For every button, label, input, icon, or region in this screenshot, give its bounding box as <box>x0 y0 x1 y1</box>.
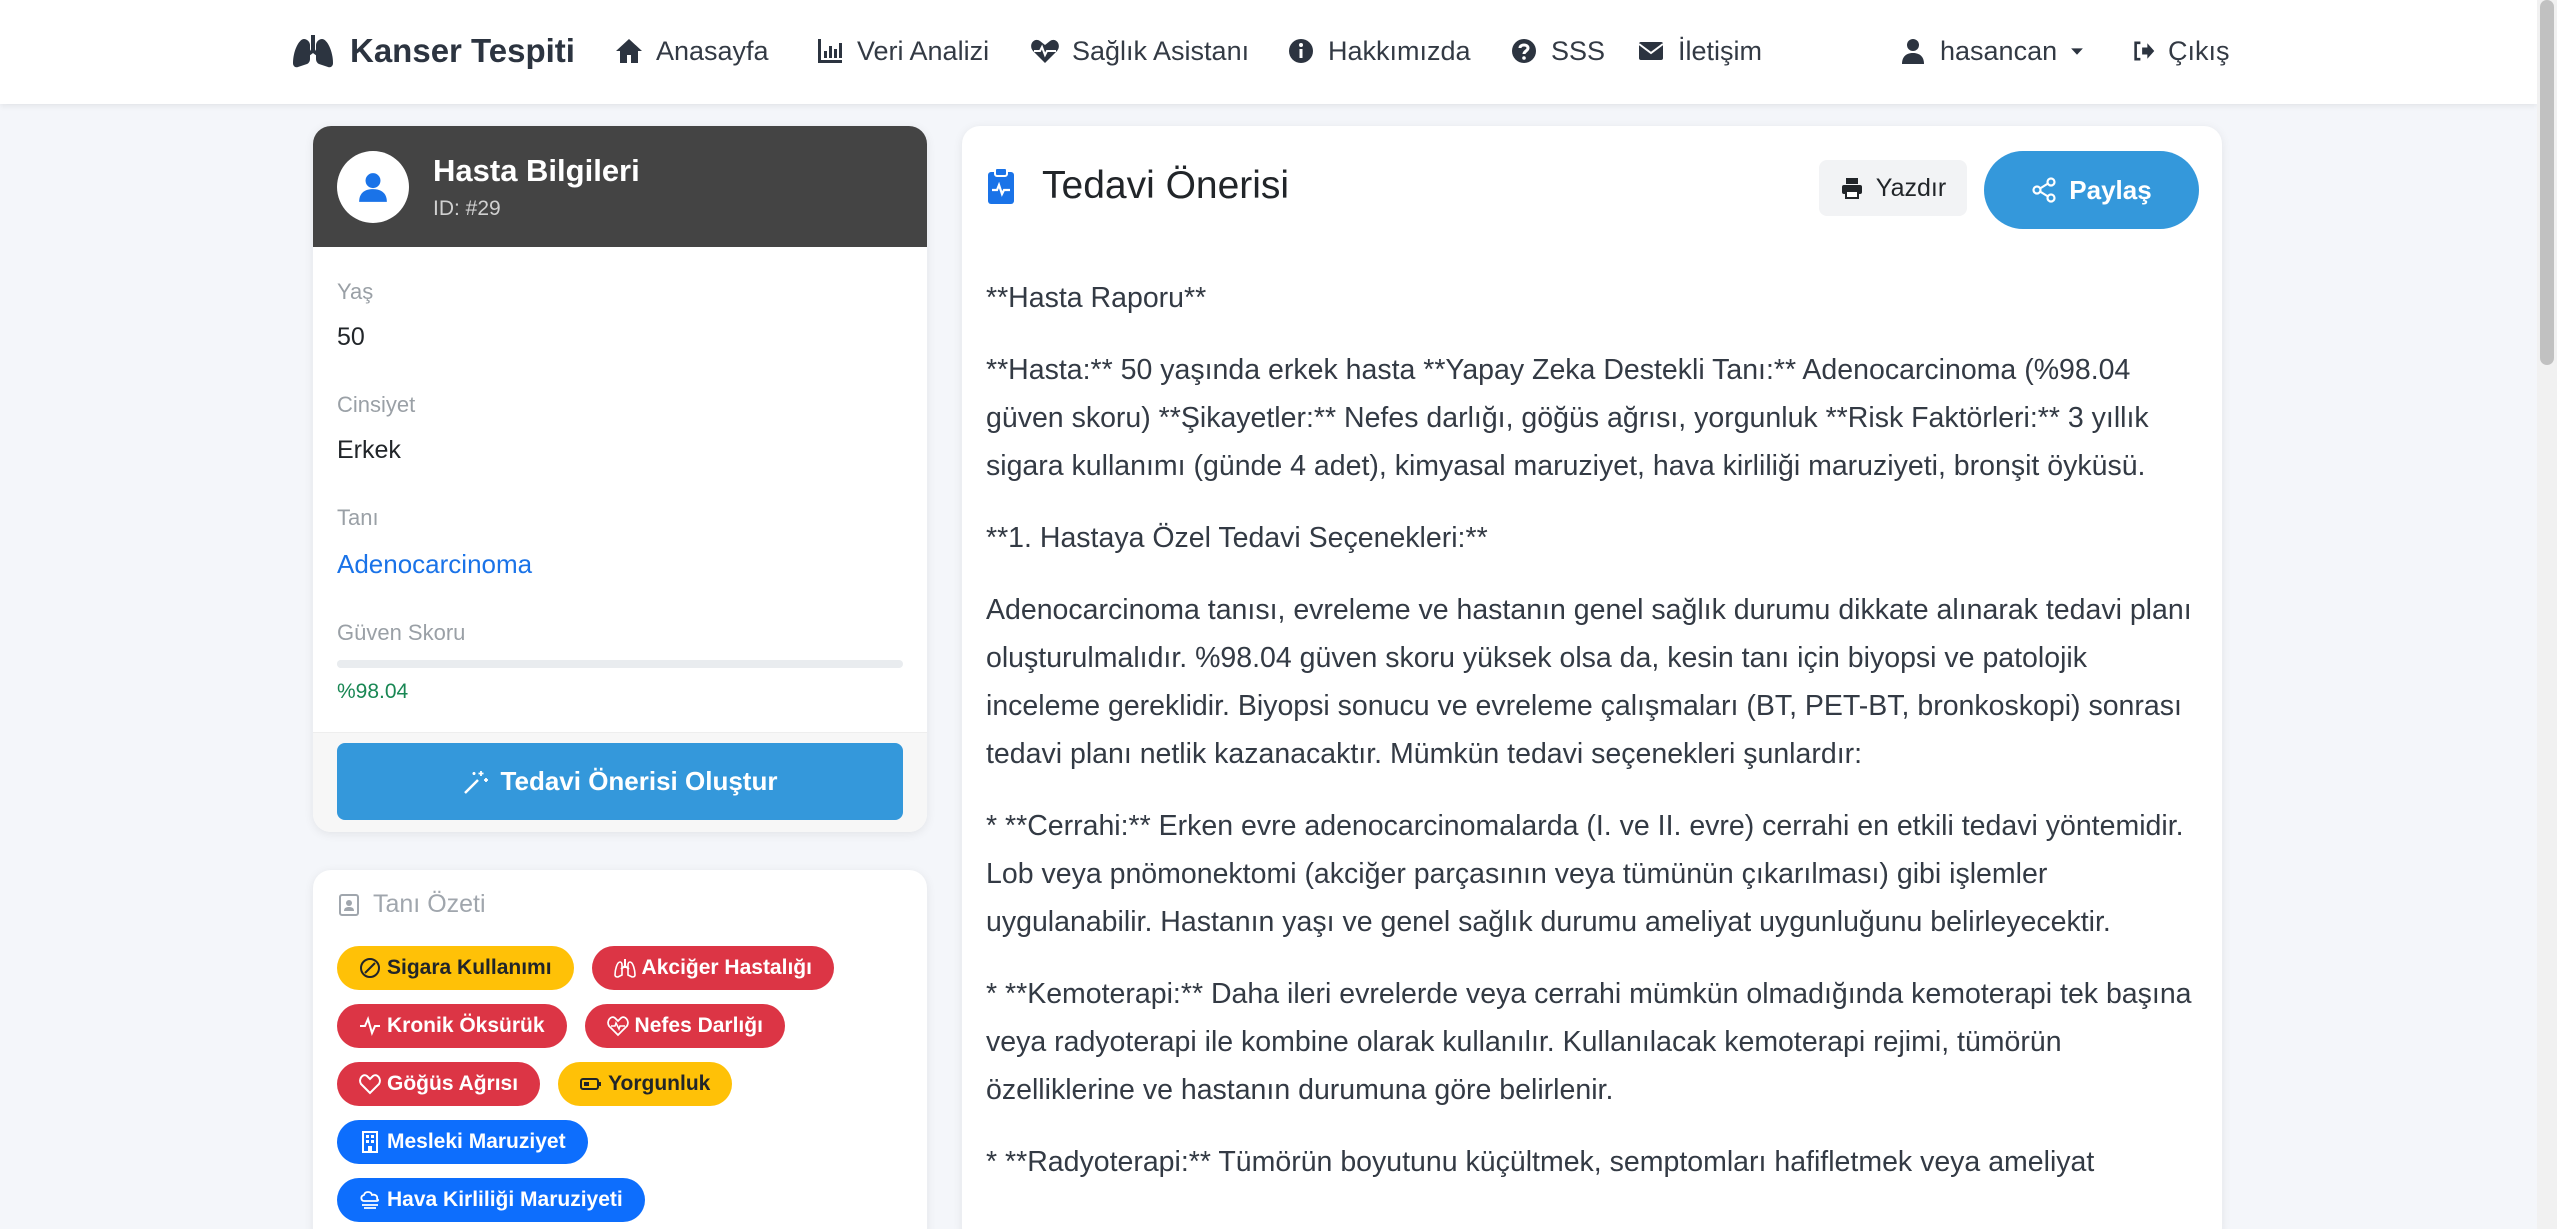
clipboard-pulse-icon <box>988 167 1014 204</box>
tag-label: Sigara Kullanımı <box>387 956 552 979</box>
nav-home[interactable]: Anasayfa <box>614 28 769 74</box>
tag-label: Kronik Öksürük <box>387 1014 545 1037</box>
diagnosis-label: Tanı <box>337 505 379 530</box>
report-paragraph: **1. Hastaya Özel Tedavi Seçenekleri:** <box>986 522 1488 554</box>
tag-smoking: Sigara Kullanımı <box>337 946 574 990</box>
tag-label: Hava Kirliliği Maruziyeti <box>387 1188 623 1211</box>
symptom-tags: Sigara Kullanımı Akciğer Hastalığı Kroni… <box>337 946 907 1229</box>
info-icon <box>1289 39 1313 63</box>
tag-shortness-of-breath: Nefes Darlığı <box>584 1004 785 1048</box>
clipboard-person-icon <box>339 893 359 916</box>
patient-card-title: Hasta Bilgileri <box>433 152 640 188</box>
generate-treatment-label: Tedavi Önerisi Oluştur <box>500 766 778 796</box>
tag-chronic-cough: Kronik Öksürük <box>337 1004 567 1048</box>
question-icon <box>1512 39 1536 63</box>
print-button[interactable]: Yazdır <box>1819 160 1967 216</box>
summary-title: Tanı Özeti <box>373 890 486 918</box>
nav-contact-label: İletişim <box>1678 35 1763 66</box>
sign-out-icon <box>2134 41 2155 61</box>
patient-card-header: Hasta Bilgileri ID: #29 <box>313 126 927 247</box>
scrollbar-thumb[interactable] <box>2540 0 2554 365</box>
printer-icon <box>1841 178 1862 199</box>
nav-contact[interactable]: İletişim <box>1636 28 1762 74</box>
diagnosis-value: Adenocarcinoma <box>337 549 533 579</box>
gender-value: Erkek <box>337 436 401 464</box>
share-label: Paylaş <box>2069 174 2152 205</box>
patient-card-footer: Tedavi Önerisi Oluştur <box>313 732 927 832</box>
user-icon <box>359 172 387 202</box>
print-label: Yazdır <box>1875 173 1947 202</box>
brand-logo[interactable]: Kanser Tespiti <box>292 28 575 74</box>
nav-home-label: Anasayfa <box>656 35 769 66</box>
tag-chest-pain: Göğüs Ağrısı <box>337 1062 541 1106</box>
tag-occupational-exposure: Mesleki Maruziyet <box>337 1120 588 1164</box>
lungs-icon <box>293 35 333 68</box>
heartbeat-icon <box>1031 39 1059 63</box>
lungs-icon <box>613 959 636 978</box>
tag-fatigue: Yorgunluk <box>558 1062 733 1106</box>
age-label: Yaş <box>337 279 374 304</box>
heart-icon <box>359 1074 381 1095</box>
user-name: hasancan <box>1940 35 2058 66</box>
treatment-card: Tedavi Önerisi Yazdır Paylaş **Hasta Rap… <box>962 126 2222 1229</box>
confidence-score-label: Güven Skoru <box>337 620 466 645</box>
tag-label: Göğüs Ağrısı <box>387 1072 519 1095</box>
navbar: Kanser Tespiti Anasayfa Veri Analizi Sağ… <box>0 0 2537 104</box>
chart-icon <box>818 39 842 63</box>
heart-pulse-icon <box>606 1016 629 1037</box>
magic-wand-icon <box>463 770 488 794</box>
avatar <box>337 150 409 223</box>
share-icon <box>2032 177 2056 203</box>
report-paragraph: * **Radyoterapi:** Tümörün boyutunu küçü… <box>986 1146 2095 1178</box>
diagnosis-summary-card: Tanı Özeti Sigara Kullanımı Akciğer Hast… <box>313 870 927 1229</box>
building-icon <box>362 1131 378 1153</box>
confidence-score-value: %98.04 <box>337 680 409 703</box>
tag-label: Mesleki Maruziyet <box>387 1130 566 1153</box>
battery-low-icon <box>580 1078 602 1090</box>
tag-lung-disease: Akciğer Hastalığı <box>591 946 834 990</box>
treatment-header: Tedavi Önerisi <box>986 164 1289 208</box>
treatment-title: Tedavi Önerisi <box>1042 164 1290 207</box>
activity-icon <box>360 1016 380 1036</box>
scrollbar-track[interactable] <box>2537 0 2557 1229</box>
tag-label: Akciğer Hastalığı <box>641 956 812 979</box>
cloud-haze-icon <box>360 1191 380 1209</box>
ban-smoking-icon <box>360 958 380 978</box>
caret-down-icon <box>2071 48 2083 55</box>
logout-link[interactable]: Çıkış <box>2130 28 2230 74</box>
tag-label: Yorgunluk <box>608 1072 711 1095</box>
logout-label: Çıkış <box>2168 35 2230 66</box>
treatment-report: **Hasta Raporu** **Hasta:** 50 yaşında e… <box>986 274 2201 1210</box>
age-value: 50 <box>337 323 365 351</box>
confidence-progress-fill <box>337 660 892 668</box>
envelope-icon <box>1638 42 1664 60</box>
user-dropdown[interactable]: hasancan <box>1898 28 2085 74</box>
nav-about[interactable]: Hakkımızda <box>1286 28 1471 74</box>
nav-about-label: Hakkımızda <box>1328 35 1471 66</box>
user-icon <box>1902 39 1924 64</box>
report-paragraph: * **Kemoterapi:** Daha ileri evrelerde v… <box>986 978 2192 1106</box>
home-icon <box>616 39 642 63</box>
nav-data-analysis-label: Veri Analizi <box>857 35 990 66</box>
tag-air-pollution: Hava Kirliliği Maruziyeti <box>337 1178 645 1222</box>
nav-faq[interactable]: SSS <box>1509 28 1605 74</box>
report-paragraph: **Hasta Raporu** <box>986 282 1207 314</box>
nav-faq-label: SSS <box>1551 35 1606 66</box>
nav-health-assistant[interactable]: Sağlık Asistanı <box>1030 28 1249 74</box>
report-paragraph: **Hasta:** 50 yaşında erkek hasta **Yapa… <box>986 354 2149 482</box>
gender-label: Cinsiyet <box>337 392 416 417</box>
share-button[interactable]: Paylaş <box>1984 151 2199 229</box>
nav-data-analysis[interactable]: Veri Analizi <box>815 28 989 74</box>
summary-header: Tanı Özeti <box>337 890 486 919</box>
report-paragraph: * **Cerrahi:** Erken evre adenocarcinoma… <box>986 810 2184 938</box>
confidence-progress-bar <box>337 660 903 668</box>
nav-health-assistant-label: Sağlık Asistanı <box>1072 35 1250 66</box>
tag-label: Nefes Darlığı <box>634 1014 763 1037</box>
report-paragraph: Adenocarcinoma tanısı, evreleme ve hasta… <box>986 594 2192 770</box>
generate-treatment-button[interactable]: Tedavi Önerisi Oluştur <box>337 743 903 820</box>
patient-info-card: Hasta Bilgileri ID: #29 Yaş 50 Cinsiyet … <box>313 126 927 832</box>
patient-id: ID: #29 <box>433 196 501 220</box>
brand-name: Kanser Tespiti <box>350 32 575 69</box>
